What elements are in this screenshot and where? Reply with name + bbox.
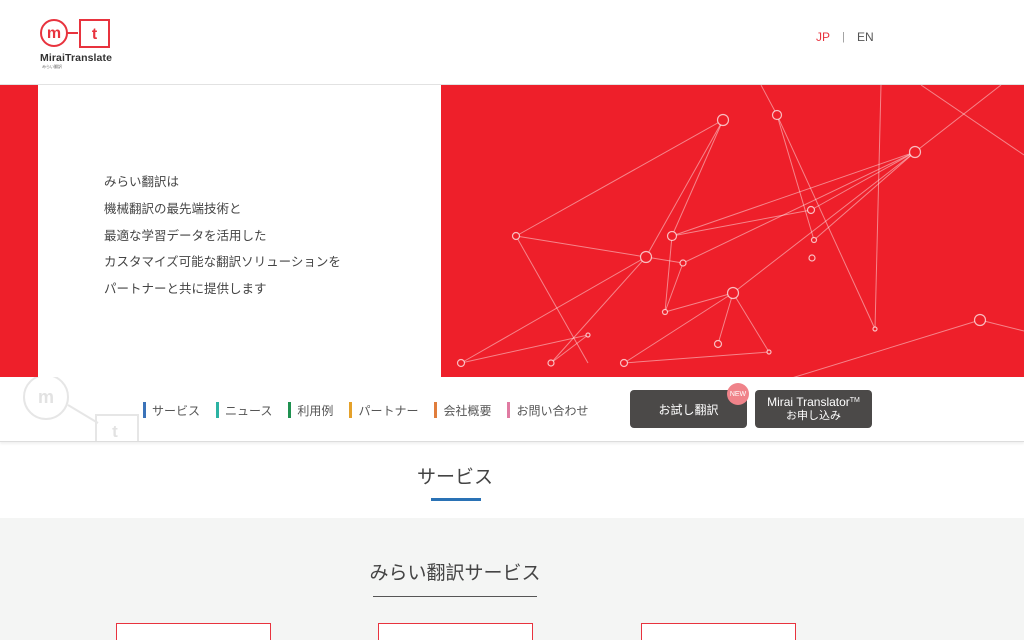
mt-watermark-icon: m t xyxy=(23,377,139,441)
network-graphic xyxy=(456,85,1024,377)
hero-banner: みらい翻訳は 機械翻訳の最先端技術と 最適な学習データを活用した カスタマイズ可… xyxy=(0,85,1024,377)
lang-en-link[interactable]: EN xyxy=(857,30,874,44)
logo-tagline: みらい翻訳 xyxy=(42,64,62,69)
lang-separator: | xyxy=(842,31,845,43)
nav-item-company[interactable]: 会社概要 xyxy=(434,402,491,418)
svg-text:m: m xyxy=(38,387,54,407)
lang-jp-link[interactable]: JP xyxy=(816,30,830,44)
service-card[interactable] xyxy=(641,623,796,640)
subsection-title: みらい翻訳サービス xyxy=(369,562,541,584)
hero-message: みらい翻訳は 機械翻訳の最先端技術と 最適な学習データを活用した カスタマイズ可… xyxy=(104,169,341,303)
nav-item-partners[interactable]: パートナー xyxy=(349,402,418,418)
new-badge: NEW xyxy=(727,383,749,405)
svg-text:t: t xyxy=(112,422,118,441)
hero-message-card: みらい翻訳は 機械翻訳の最先端技術と 最適な学習データを活用した カスタマイズ可… xyxy=(38,85,441,377)
apply-button-line-1: Mirai TranslatorTM xyxy=(767,395,860,409)
apply-button-line-2: お申し込み xyxy=(786,409,841,422)
logo-letter-m: m xyxy=(47,25,61,42)
nav-item-contact[interactable]: お問い合わせ xyxy=(507,402,588,418)
subsection-title-underline xyxy=(373,596,537,597)
page: m t MiraiTranslate みらい翻訳 JP | EN みらい翻訳は … xyxy=(0,0,1024,640)
section-title-underline xyxy=(431,498,481,501)
nav-item-news[interactable]: ニュース xyxy=(216,402,272,418)
apply-button[interactable]: Mirai TranslatorTM お申し込み xyxy=(755,390,872,428)
hero-line-3: 最適な学習データを活用した xyxy=(104,227,267,243)
service-card[interactable] xyxy=(116,623,271,640)
hero-line-2: 機械翻訳の最先端技術と xyxy=(104,200,242,216)
hero-line-5: パートナーと共に提供します xyxy=(104,281,267,297)
nav-item-services[interactable]: サービス xyxy=(143,402,200,418)
nav-menu: サービス ニュース 利用例 パートナー 会社概要 お問い合わせ xyxy=(143,402,604,418)
service-card[interactable] xyxy=(378,623,533,640)
main-nav-bar: m t サービス ニュース 利用例 パートナー 会社概要 お問い合わせ お試し翻… xyxy=(0,377,1024,442)
hero-line-1: みらい翻訳は xyxy=(104,174,180,189)
logo-wordmark: MiraiTranslate xyxy=(40,52,113,64)
site-header: m t MiraiTranslate みらい翻訳 JP | EN xyxy=(0,0,1024,85)
nav-item-use-cases[interactable]: 利用例 xyxy=(288,402,333,418)
logo-letter-t: t xyxy=(92,26,98,43)
hero-line-4: カスタマイズ可能な翻訳ソリューションを xyxy=(104,254,341,270)
section-title: サービス xyxy=(416,466,493,488)
